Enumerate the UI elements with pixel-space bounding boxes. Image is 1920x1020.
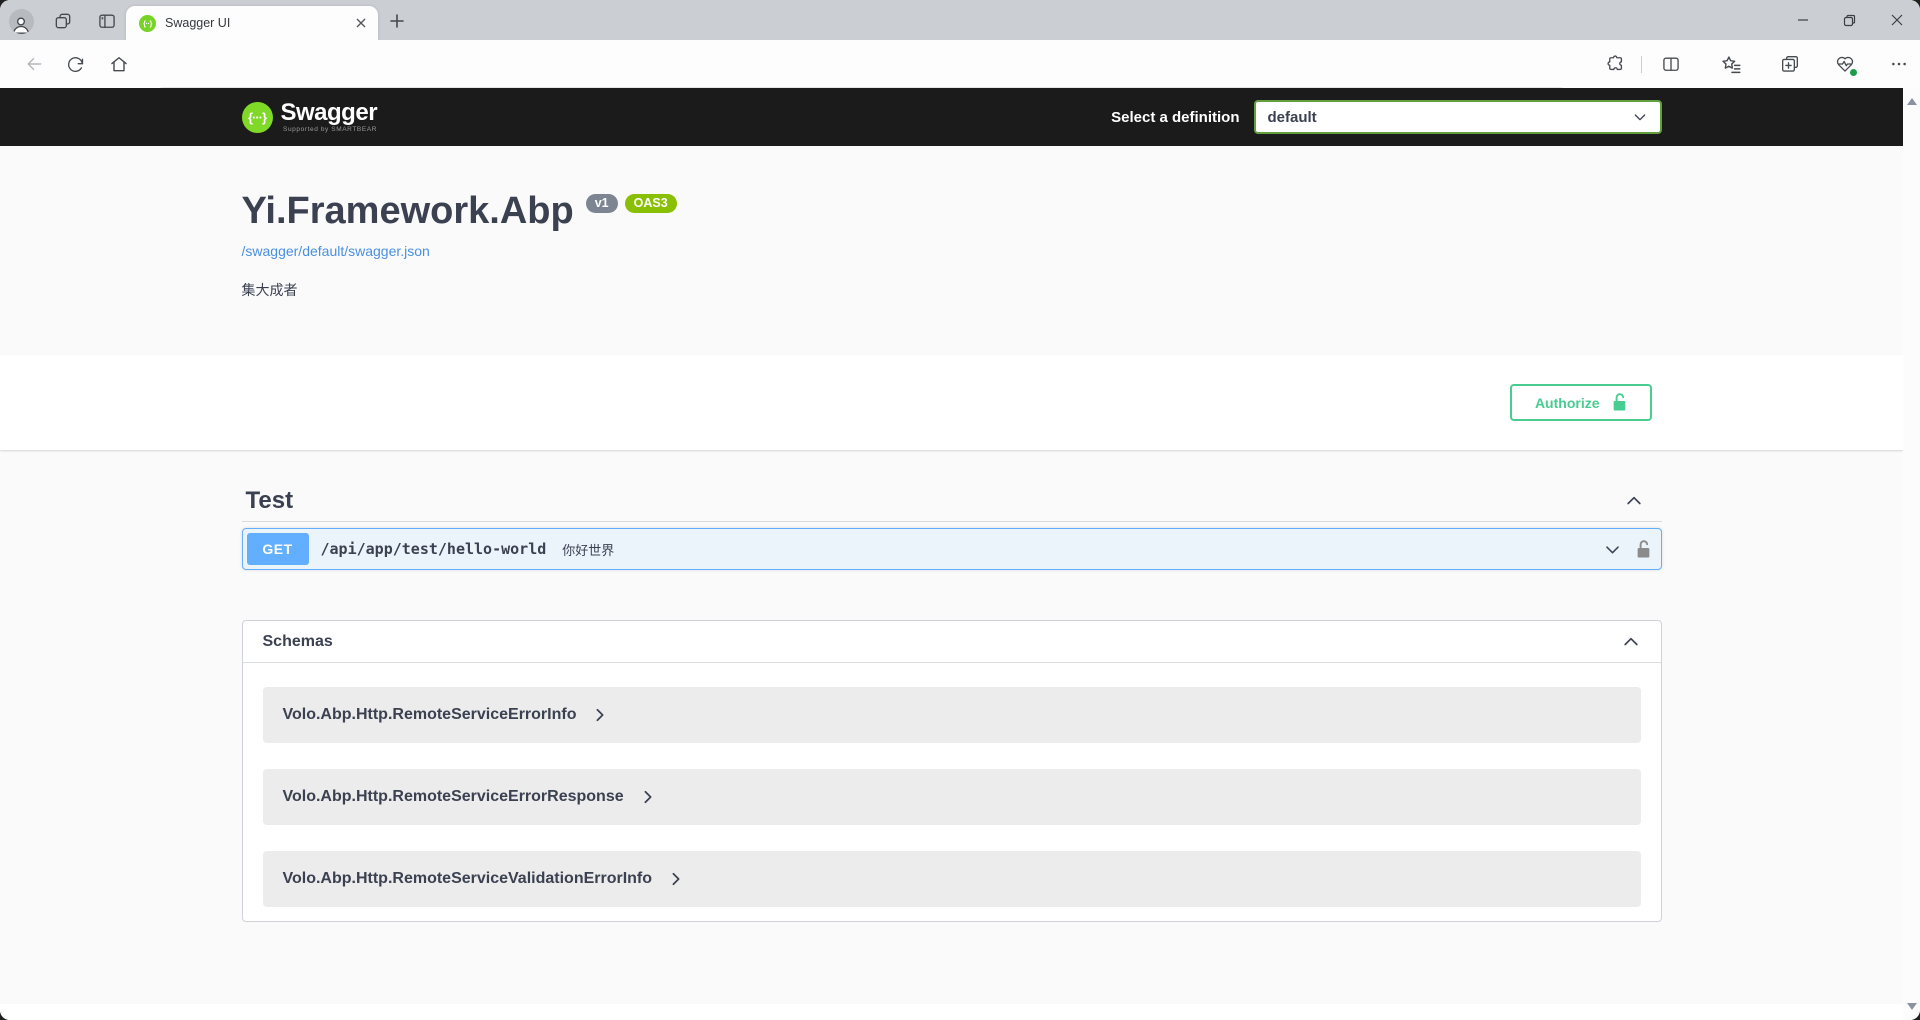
chevron-right-icon[interactable] <box>594 708 606 722</box>
restore-icon <box>1843 14 1856 27</box>
method-badge-get: GET <box>247 533 309 565</box>
avatar <box>9 9 34 34</box>
close-icon <box>356 18 366 28</box>
window-controls <box>1779 0 1920 40</box>
workspaces-icon <box>53 11 73 31</box>
favorites-star-lines-icon <box>1721 54 1742 75</box>
extensions-button[interactable] <box>1605 53 1627 75</box>
back-button[interactable] <box>23 53 45 75</box>
tag-title: Test <box>246 487 294 515</box>
endpoint-path: /api/app/test/hello-world <box>321 540 547 558</box>
home-icon <box>109 54 129 74</box>
api-title-text: Yi.Framework.Abp <box>242 190 574 232</box>
model-name: Volo.Abp.Http.RemoteServiceValidationErr… <box>283 870 653 888</box>
definition-select[interactable]: default <box>1254 100 1662 134</box>
authorize-label: Authorize <box>1535 395 1600 411</box>
tab-close-button[interactable] <box>352 14 370 32</box>
collapse-chevron-up-icon[interactable] <box>1624 491 1644 511</box>
split-screen-icon <box>1661 54 1681 74</box>
swagger-logo: {···} Swagger Supported by SMARTBEAR <box>242 101 378 133</box>
api-title: Yi.Framework.Abp v1 OAS3 <box>242 146 1662 232</box>
minimize-button[interactable] <box>1779 0 1826 40</box>
more-dots-icon <box>1890 55 1908 73</box>
schemas-title: Schemas <box>263 633 333 651</box>
browser-toolbar: localhost:19001/swagger/index.html <box>0 40 1920 88</box>
schemas-header[interactable]: Schemas <box>243 621 1661 663</box>
home-button[interactable] <box>108 53 130 75</box>
minimize-icon <box>1797 14 1809 26</box>
swagger-tagline: Supported by SMARTBEAR <box>281 126 378 133</box>
tab-title: Swagger UI <box>165 16 352 30</box>
refresh-button[interactable] <box>64 53 86 75</box>
refresh-icon <box>66 55 85 74</box>
close-icon <box>1891 14 1903 26</box>
tag-section-header-test[interactable]: Test <box>242 481 1662 522</box>
api-description: 集大成者 <box>242 280 1662 300</box>
chevron-right-icon[interactable] <box>642 790 654 804</box>
favorites-button[interactable] <box>1720 53 1742 75</box>
page-scrollbar[interactable] <box>1903 88 1920 1020</box>
profile-button[interactable] <box>8 8 34 34</box>
unlock-icon <box>1612 393 1627 412</box>
collections-button[interactable] <box>1779 53 1801 75</box>
page-bottom-band <box>0 1004 1903 1020</box>
swagger-wordmark: Swagger <box>281 101 378 125</box>
new-tab-button[interactable] <box>384 8 410 34</box>
tab-actions-button[interactable] <box>94 8 120 34</box>
toolbar-divider <box>1641 56 1642 73</box>
endpoint-summary: 你好世界 <box>562 540 614 559</box>
collections-icon <box>1780 54 1800 74</box>
tab-strip: {··} Swagger UI <box>0 0 1920 40</box>
scrollbar-up-arrow-icon[interactable] <box>1907 98 1917 105</box>
swagger-logo-icon: {···} <box>242 102 273 133</box>
back-arrow-icon <box>24 54 44 74</box>
settings-more-button[interactable] <box>1888 53 1910 75</box>
collapse-chevron-up-icon[interactable] <box>1621 632 1641 652</box>
split-screen-button[interactable] <box>1660 53 1682 75</box>
swagger-topbar: {···} Swagger Supported by SMARTBEAR Sel… <box>0 88 1903 146</box>
model-name: Volo.Abp.Http.RemoteServiceErrorResponse <box>283 788 624 806</box>
chevron-right-icon[interactable] <box>670 872 682 886</box>
plus-icon <box>390 14 404 28</box>
page-content: {···} Swagger Supported by SMARTBEAR Sel… <box>0 88 1903 1020</box>
model-row-remote-service-error-info[interactable]: Volo.Abp.Http.RemoteServiceErrorInfo <box>263 687 1641 743</box>
extensions-puzzle-icon <box>1606 54 1626 74</box>
api-info-section: Yi.Framework.Abp v1 OAS3 /swagger/default/… <box>0 146 1903 355</box>
browser-window: {··} Swagger UI <box>0 0 1920 1020</box>
model-row-remote-service-validation-error-info[interactable]: Volo.Abp.Http.RemoteServiceValidationErr… <box>263 851 1641 907</box>
expand-chevron-down-icon[interactable] <box>1603 540 1622 559</box>
browser-essentials-button[interactable] <box>1834 53 1856 75</box>
oas3-badge: OAS3 <box>625 194 677 213</box>
model-name: Volo.Abp.Http.RemoteServiceErrorInfo <box>283 706 577 724</box>
auth-lock-icon[interactable] <box>1636 540 1651 559</box>
model-row-remote-service-error-response[interactable]: Volo.Abp.Http.RemoteServiceErrorResponse <box>263 769 1641 825</box>
close-window-button[interactable] <box>1873 0 1920 40</box>
scheme-container: Authorize <box>0 355 1903 450</box>
definition-select-label: Select a definition <box>1111 109 1239 126</box>
definition-select-value: default <box>1268 109 1632 126</box>
tab-actions-icon <box>97 11 117 31</box>
version-badge: v1 <box>586 194 618 213</box>
restore-button[interactable] <box>1826 0 1873 40</box>
workspaces-button[interactable] <box>50 8 76 34</box>
schemas-section: Schemas Volo.Abp.Http.RemoteServiceError… <box>242 620 1662 922</box>
browser-tab-swagger-ui[interactable]: {··} Swagger UI <box>126 6 378 40</box>
authorize-button[interactable]: Authorize <box>1510 384 1652 421</box>
swagger-favicon-icon: {··} <box>139 15 156 32</box>
opblock-get-hello-world[interactable]: GET /api/app/test/hello-world 你好世界 <box>242 528 1662 570</box>
chevron-down-icon <box>1632 109 1648 125</box>
spec-json-link[interactable]: /swagger/default/swagger.json <box>242 243 430 259</box>
essentials-status-dot <box>1849 68 1858 77</box>
scrollbar-down-arrow-icon[interactable] <box>1907 1003 1917 1010</box>
